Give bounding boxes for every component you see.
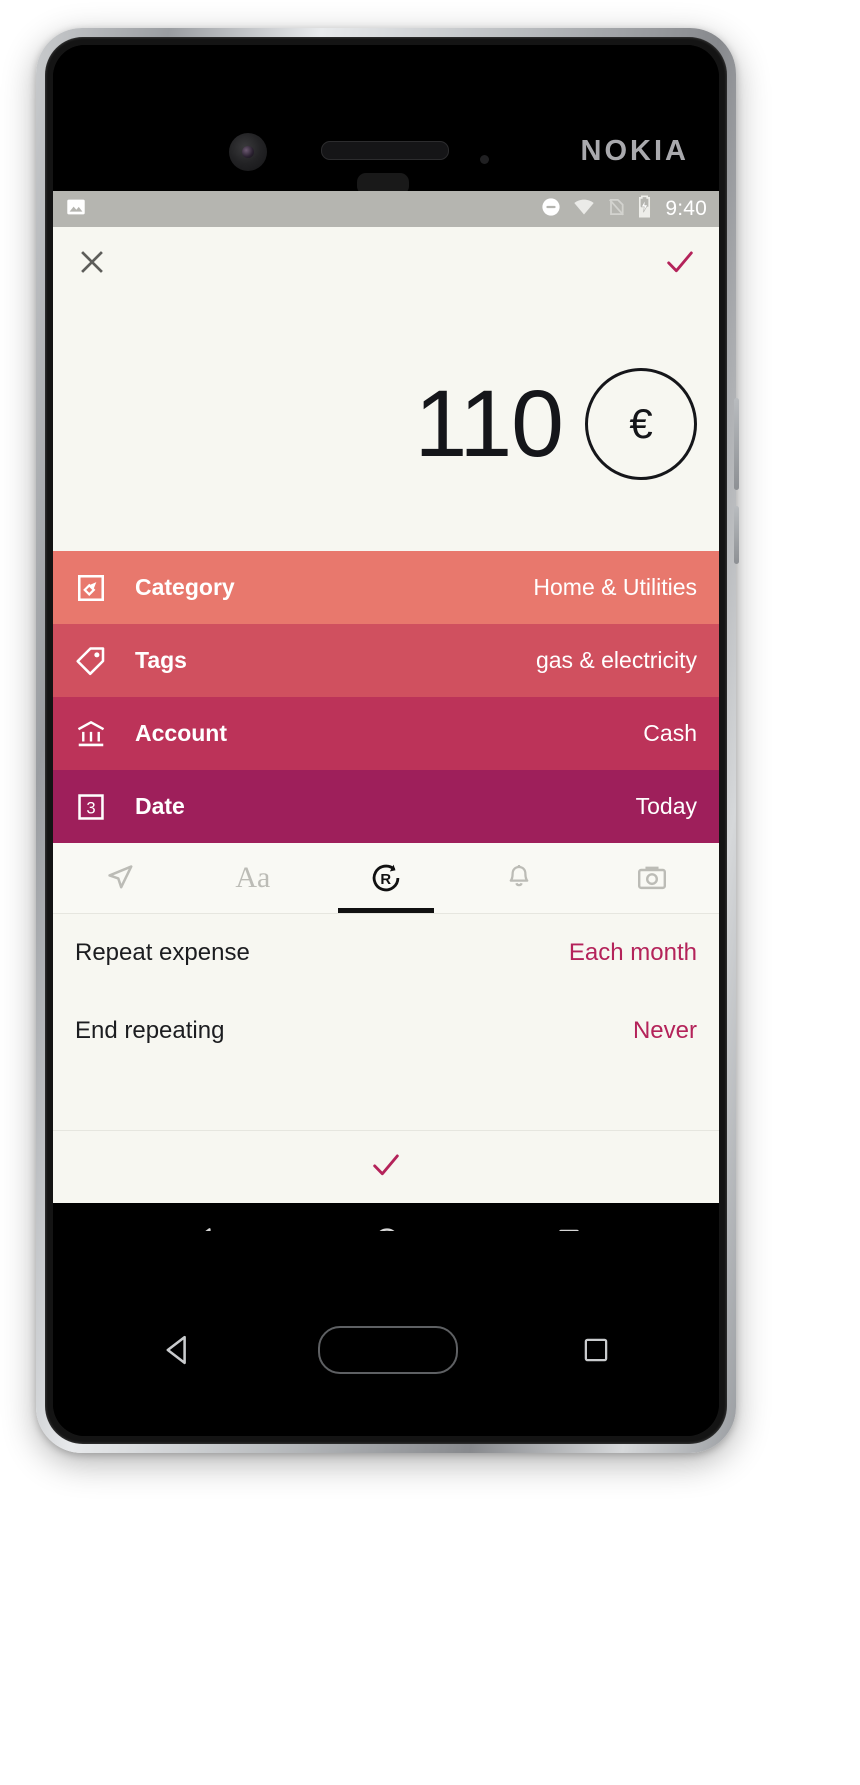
svg-text:R: R [380, 872, 391, 888]
field-value-category: Home & Utilities [533, 574, 697, 600]
do-not-disturb-icon [540, 196, 562, 223]
text-aa-icon: Aa [235, 861, 271, 894]
front-camera-icon [229, 133, 267, 171]
nav-recents-icon[interactable] [555, 1226, 583, 1231]
hw-recents-icon[interactable] [580, 1334, 612, 1366]
confirm-bar-check-icon[interactable] [369, 1148, 403, 1187]
category-tag-icon [75, 572, 121, 604]
phone-top-chin: NOKIA [53, 45, 719, 195]
hw-home-key[interactable] [318, 1325, 458, 1374]
field-value-date: Today [635, 793, 697, 819]
detail-tab-bar: Aa R [53, 843, 719, 914]
tab-recurrence[interactable]: R [319, 843, 452, 913]
no-sim-icon [606, 196, 626, 223]
detail-label-end-repeating: End repeating [75, 1017, 225, 1044]
amount-value[interactable]: 110 [415, 376, 564, 472]
tag-icon [75, 645, 121, 677]
confirm-bar[interactable] [53, 1130, 719, 1203]
amount-entry-area[interactable]: 110 € [53, 297, 719, 551]
tab-note[interactable]: Aa [186, 843, 319, 913]
nokia-brand-logo: NOKIA [580, 135, 689, 167]
tab-location[interactable] [53, 843, 186, 913]
nav-back-icon[interactable] [189, 1225, 219, 1231]
android-nav-bar [53, 1203, 719, 1231]
calendar-icon: 3 [75, 791, 121, 823]
tab-photo[interactable] [586, 843, 719, 913]
hw-back-icon[interactable] [160, 1332, 196, 1368]
field-label-tags: Tags [135, 647, 187, 673]
field-value-tags: gas & electricity [535, 647, 697, 673]
status-bar-right: 9:40 [540, 195, 707, 223]
status-bar-clock: 9:40 [665, 197, 707, 220]
phone-bezel: NOKIA 9:40 110 € Category Home & Utiliti… [53, 45, 719, 1436]
field-label-category: Category [135, 574, 235, 600]
phone-inner-frame: NOKIA 9:40 110 € Category Home & Utiliti… [45, 37, 727, 1444]
battery-charging-icon [636, 195, 653, 223]
tab-underline [338, 908, 434, 913]
detail-value-repeat-expense[interactable]: Each month [569, 939, 697, 967]
tab-reminder[interactable] [453, 843, 586, 913]
screenshot-stage: NOKIA 9:40 110 € Category Home & Utiliti… [0, 0, 860, 1785]
phone-bottom-chin [53, 1263, 719, 1436]
detail-row-end-repeating[interactable]: End repeating Never [75, 992, 697, 1070]
svg-text:3: 3 [86, 798, 95, 817]
close-icon[interactable] [75, 245, 109, 279]
field-value-account: Cash [643, 720, 697, 746]
detail-row-repeat-expense[interactable]: Repeat expense Each month [75, 914, 697, 992]
field-row-tags[interactable]: Tags gas & electricity [53, 624, 719, 697]
phone-device: NOKIA 9:40 110 € Category Home & Utiliti… [36, 28, 739, 1453]
proximity-sensor-icon [480, 155, 489, 164]
field-label-date: Date [135, 793, 185, 819]
status-bar-left [65, 196, 87, 223]
volume-button[interactable] [734, 398, 739, 490]
currency-selector[interactable]: € [585, 368, 697, 480]
phone-screen: 9:40 110 € Category Home & Utilities Tag… [53, 191, 719, 1231]
field-label-account: Account [135, 720, 227, 746]
wifi-icon [572, 196, 596, 223]
power-button[interactable] [734, 506, 739, 564]
field-row-category[interactable]: Category Home & Utilities [53, 551, 719, 624]
field-row-account[interactable]: Account Cash [53, 697, 719, 770]
photo-icon [65, 196, 87, 223]
recurrence-detail-list: Repeat expense Each month End repeating … [53, 914, 719, 1130]
field-row-date[interactable]: 3 Date Today [53, 770, 719, 843]
nav-home-icon[interactable] [372, 1225, 402, 1231]
confirm-check-icon[interactable] [663, 245, 697, 279]
bank-icon [75, 718, 121, 750]
detail-value-end-repeating[interactable]: Never [633, 1017, 697, 1045]
earpiece-speaker-icon [321, 141, 449, 160]
detail-label-repeat-expense: Repeat expense [75, 939, 250, 966]
android-status-bar: 9:40 [53, 191, 719, 227]
app-bar [53, 227, 719, 297]
